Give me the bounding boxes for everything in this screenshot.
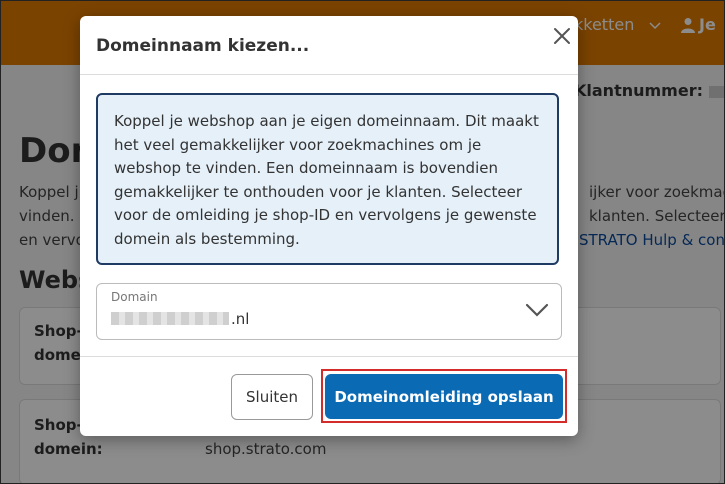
- dialog-footer-divider: [80, 356, 578, 357]
- close-dialog-button[interactable]: Sluiten: [231, 374, 313, 420]
- domain-select-value: .nl: [111, 310, 249, 328]
- close-button[interactable]: [548, 22, 576, 50]
- dialog-title: Domeinnaam kiezen...: [96, 36, 310, 56]
- app-frame: kketten Je Klantnummer: Don Koppel j ijke…: [0, 0, 725, 484]
- close-icon: [554, 28, 570, 44]
- save-redirect-button[interactable]: Domeinomleiding opslaan: [325, 374, 563, 419]
- domain-select[interactable]: Domain .nl: [96, 283, 562, 340]
- info-box: Koppel je webshop aan je eigen domeinnaa…: [96, 93, 559, 265]
- domain-suffix: .nl: [231, 310, 250, 328]
- domain-redacted: [111, 312, 229, 325]
- domain-dialog: Domeinnaam kiezen... Koppel je webshop a…: [80, 16, 578, 436]
- domain-select-label: Domain: [111, 290, 158, 304]
- dialog-header-divider: [80, 74, 578, 75]
- chevron-down-icon: [525, 303, 549, 317]
